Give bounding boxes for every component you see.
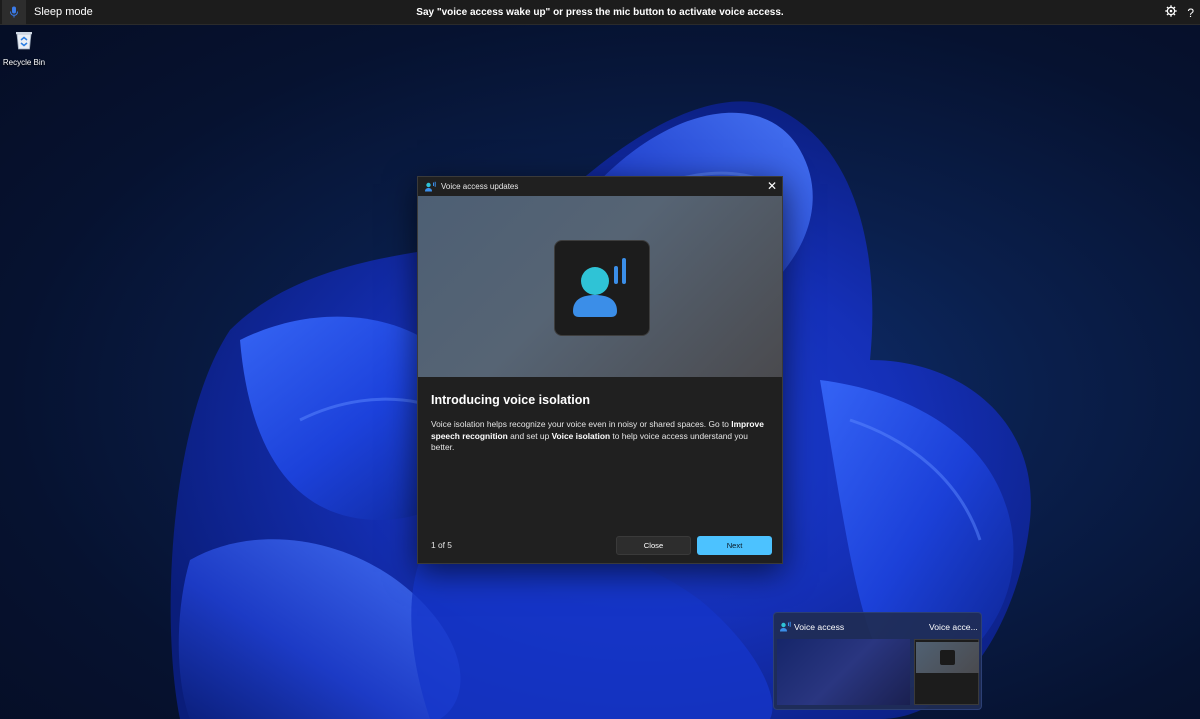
dialog-heading: Introducing voice isolation	[431, 393, 591, 407]
recycle-bin-icon	[16, 32, 32, 50]
close-button[interactable]: Close	[616, 536, 691, 555]
taskbar-thumbnail-preview: Voice access Voice acce...	[773, 612, 982, 710]
voice-access-app-icon	[554, 240, 650, 336]
desktop-icon-label: Recycle Bin	[2, 58, 46, 67]
link-voice-isolation: Voice isolation	[551, 430, 611, 441]
dialog-hero-image	[418, 196, 782, 377]
thumbnail-window-voice-access-updates[interactable]	[914, 639, 979, 705]
gear-icon	[1165, 4, 1178, 17]
settings-gear-icon[interactable]	[1165, 4, 1178, 22]
next-button[interactable]: Next	[697, 536, 772, 555]
voice-access-icon	[425, 181, 436, 191]
status-message: Say "voice access wake up" or press the …	[416, 7, 784, 18]
mode-label: Sleep mode	[34, 6, 93, 18]
dialog-footer: 1 of 5 Close Next	[418, 536, 782, 555]
microphone-icon	[10, 6, 18, 18]
thumbnail-title-voice-access-updates: Voice acce...	[929, 622, 978, 632]
thumbnail-app-icon	[940, 650, 955, 665]
thumbnail-title-voice-access: Voice access	[794, 622, 845, 632]
dialog-title: Voice access updates	[441, 182, 519, 191]
help-button[interactable]: ?	[1187, 6, 1194, 20]
thumbnail-window-voice-access[interactable]	[777, 639, 910, 705]
voice-access-icon	[780, 621, 791, 632]
voice-access-updates-dialog: Voice access updates ✕ Introducing voice…	[417, 176, 783, 564]
mic-button[interactable]	[2, 0, 26, 25]
desktop-icon-recycle-bin[interactable]: Recycle Bin	[2, 30, 46, 67]
page-indicator: 1 of 5	[431, 540, 452, 550]
close-icon[interactable]: ✕	[767, 179, 777, 193]
dialog-titlebar: Voice access updates ✕	[418, 177, 782, 196]
dialog-body: Voice isolation helps recognize your voi…	[431, 419, 764, 453]
thumbnail-hero	[916, 642, 979, 673]
voice-access-bar: Sleep mode Say "voice access wake up" or…	[0, 0, 1200, 25]
